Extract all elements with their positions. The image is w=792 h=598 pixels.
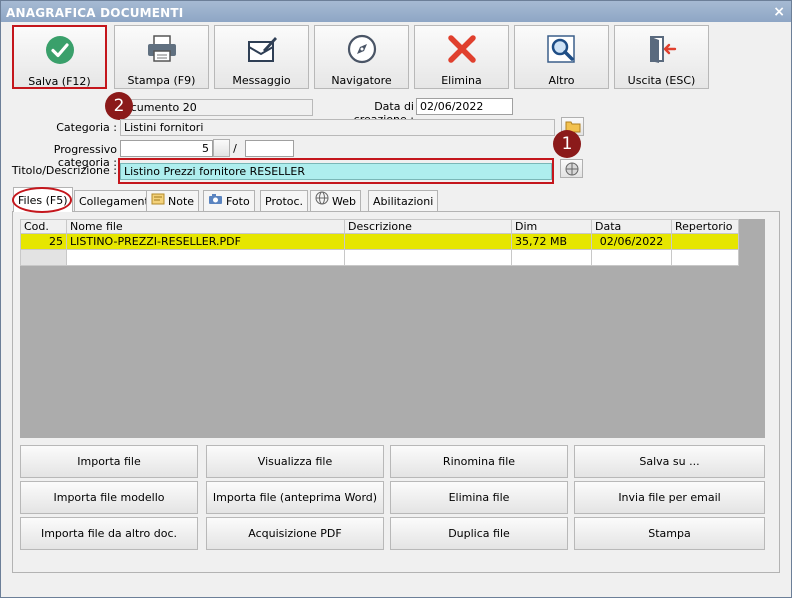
message-button[interactable]: Messaggio — [214, 25, 309, 89]
tab-protocol[interactable]: Protoc. — [260, 190, 309, 211]
title-bar: ANAGRAFICA DOCUMENTI × — [1, 1, 791, 22]
progressive-stepper[interactable] — [213, 139, 230, 157]
close-icon[interactable]: × — [773, 4, 785, 20]
printer-icon — [115, 34, 208, 64]
category-field[interactable]: Listini fornitori — [120, 119, 555, 136]
delete-file-button[interactable]: Elimina file — [390, 481, 568, 514]
files-grid: Cod. Nome file Descrizione Dim Data Repe… — [20, 219, 765, 438]
cell-size[interactable]: 35,72 MB — [511, 233, 592, 250]
other-label: Altro — [548, 74, 575, 87]
save-to-button[interactable]: Salva su ... — [574, 445, 765, 478]
date-field[interactable]: 02/06/2022 — [416, 98, 513, 115]
import-file-button[interactable]: Importa file — [20, 445, 198, 478]
title-label: Titolo/Descrizione : — [11, 164, 117, 177]
save-label: Salva (F12) — [28, 75, 91, 88]
window: ANAGRAFICA DOCUMENTI × Salva (F12) Stamp… — [0, 0, 792, 598]
rename-file-button[interactable]: Rinomina file — [390, 445, 568, 478]
column-header[interactable]: Descrizione — [344, 219, 512, 234]
delete-x-icon — [415, 34, 508, 64]
import-template-button[interactable]: Importa file modello — [20, 481, 198, 514]
tab-links[interactable]: Collegamenti — [74, 190, 157, 211]
print-label: Stampa (F9) — [127, 74, 196, 87]
save-button[interactable]: Salva (F12) — [12, 25, 107, 89]
cell-filename[interactable]: LISTINO-PREZZI-RESELLER.PDF — [66, 233, 345, 250]
tab-notes-label: Note — [168, 194, 195, 208]
view-file-button[interactable]: Visualizza file — [206, 445, 384, 478]
tab-links-label: Collegamenti — [79, 194, 152, 208]
column-header[interactable]: Nome file — [66, 219, 345, 234]
note-icon — [151, 192, 165, 211]
globe-icon — [315, 191, 329, 211]
print-list-button[interactable]: Stampa — [574, 517, 765, 550]
delete-button[interactable]: Elimina — [414, 25, 509, 89]
tab-permissions-label: Abilitazioni — [373, 194, 434, 208]
cell-repertoire[interactable] — [671, 233, 739, 250]
document-name-field[interactable]: ocumento 20 — [120, 99, 313, 116]
print-button[interactable]: Stampa (F9) — [114, 25, 209, 89]
globe-gear-icon — [565, 162, 578, 175]
category-label: Categoria : — [56, 121, 117, 134]
badge-one: 1 — [553, 130, 581, 158]
cell-empty[interactable] — [591, 249, 672, 266]
exit-door-icon — [615, 34, 708, 64]
exit-label: Uscita (ESC) — [627, 74, 696, 87]
duplicate-file-button[interactable]: Duplica file — [390, 517, 568, 550]
cell-cod[interactable]: 25 — [20, 233, 67, 250]
email-file-button[interactable]: Invia file per email — [574, 481, 765, 514]
tab-notes[interactable]: Note — [146, 190, 200, 211]
progressive-separator: / — [233, 142, 237, 155]
cell-empty[interactable] — [344, 249, 512, 266]
tab-files-label: Files (F5) — [18, 193, 68, 207]
other-button[interactable]: Altro — [514, 25, 609, 89]
import-from-doc-button[interactable]: Importa file da altro doc. — [20, 517, 198, 550]
progressive-field[interactable]: 5 — [120, 140, 213, 157]
column-header[interactable]: Repertorio — [671, 219, 739, 234]
message-label: Messaggio — [232, 74, 291, 87]
cell-description[interactable] — [344, 233, 512, 250]
check-circle-icon — [14, 35, 105, 65]
progressive-field-2[interactable] — [245, 140, 294, 157]
tab-web[interactable]: Web — [310, 190, 361, 211]
cell-date[interactable]: 02/06/2022 — [591, 233, 672, 250]
files-grid-header: Cod. Nome file Descrizione Dim Data Repe… — [20, 219, 739, 234]
cell-empty[interactable] — [66, 249, 345, 266]
cell-empty[interactable] — [671, 249, 739, 266]
title-field[interactable]: Listino Prezzi fornitore RESELLER — [120, 163, 552, 180]
camera-icon — [208, 192, 223, 211]
translate-button[interactable] — [560, 159, 583, 178]
exit-button[interactable]: Uscita (ESC) — [614, 25, 709, 89]
tab-files[interactable]: Files (F5) — [13, 187, 73, 212]
window-title: ANAGRAFICA DOCUMENTI — [6, 6, 184, 20]
column-header[interactable]: Cod. — [20, 219, 67, 234]
tab-photo[interactable]: Foto — [203, 190, 255, 211]
message-edit-icon — [215, 34, 308, 64]
magnifier-icon — [515, 34, 608, 64]
tab-permissions[interactable]: Abilitazioni — [368, 190, 439, 211]
compass-icon — [315, 34, 408, 64]
delete-label: Elimina — [441, 74, 482, 87]
acquire-pdf-button[interactable]: Acquisizione PDF — [206, 517, 384, 550]
navigator-label: Navigatore — [331, 74, 392, 87]
import-word-preview-button[interactable]: Importa file (anteprima Word) — [206, 481, 384, 514]
column-header[interactable]: Data — [591, 219, 672, 234]
cell-empty[interactable] — [511, 249, 592, 266]
tab-web-label: Web — [332, 194, 356, 208]
table-row[interactable]: 25 LISTINO-PREZZI-RESELLER.PDF 35,72 MB … — [20, 233, 739, 250]
badge-two: 2 — [105, 92, 133, 120]
tab-protocol-label: Protoc. — [265, 194, 304, 208]
table-row-empty[interactable] — [20, 249, 739, 266]
column-header[interactable]: Dim — [511, 219, 592, 234]
navigator-button[interactable]: Navigatore — [314, 25, 409, 89]
cell-empty[interactable] — [20, 249, 67, 266]
tab-photo-label: Foto — [226, 194, 250, 208]
